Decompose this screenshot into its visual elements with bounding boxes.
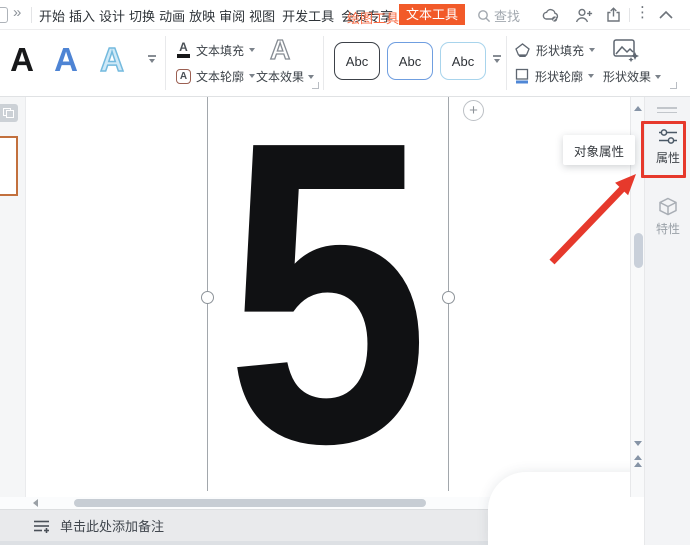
more-options-icon[interactable]: ⋮ [635, 3, 650, 21]
cube-icon [659, 197, 677, 216]
text-effects-label: 文本效果 [256, 70, 305, 84]
tooltip-text: 对象属性 [573, 144, 624, 159]
chevron-down-icon [249, 74, 256, 78]
previous-slide-icon[interactable] [633, 455, 642, 460]
shape-style-preset-blue[interactable]: Abc [387, 42, 433, 80]
wps-presentation-window: » 开始 插入 设计 切换 动画 放映 审阅 视图 开发工具 会员专享 绘图工具… [0, 0, 690, 545]
menu-tab-text-tools[interactable]: 文本工具 [399, 4, 466, 25]
menu-tab-home[interactable]: 开始 [39, 6, 65, 25]
next-slide-icon[interactable] [633, 462, 642, 467]
panel-drag-handle-icon[interactable] [657, 107, 677, 116]
menu-tab-drawing-tools[interactable]: 绘图工具 [347, 8, 399, 27]
chevron-down-icon [589, 48, 596, 52]
scroll-left-icon[interactable] [33, 499, 38, 507]
window-icon [0, 7, 8, 23]
slide-canvas[interactable]: 5 + [26, 97, 630, 497]
text-outline-label: 文本轮廓 [196, 69, 245, 84]
text-tools-ribbon: A A A A 文本填充 A 文本轮廓 A 文本效果 Abc Abc Abc 形… [0, 30, 690, 97]
slide-thumbnail-selected[interactable] [0, 136, 18, 196]
shape-fill-icon [515, 43, 530, 57]
text-effects-icon[interactable]: A [269, 35, 291, 64]
divider [31, 7, 32, 23]
object-properties-tooltip: 对象属性 [563, 135, 635, 165]
chevron-down-icon [588, 74, 595, 78]
new-slide-button[interactable] [0, 104, 18, 122]
menu-tabs: 开始 插入 设计 切换 动画 放映 审阅 视图 开发工具 会员专享 [39, 0, 393, 30]
resize-handle-right[interactable] [442, 291, 455, 304]
selected-text-box[interactable]: 5 [208, 97, 448, 497]
bottom-right-panel [488, 472, 648, 545]
text-fill-label: 文本填充 [196, 43, 245, 58]
divider [629, 8, 630, 22]
horizontal-scrollbar-thumb[interactable] [74, 499, 426, 507]
collapse-ribbon-icon[interactable] [656, 6, 676, 24]
slide-thumbnail-panel [0, 97, 26, 497]
menu-tab-design[interactable]: 设计 [99, 6, 125, 25]
search-label: 查找 [494, 9, 521, 24]
cloud-sync-icon[interactable] [541, 6, 561, 24]
text-outline-icon: A [176, 68, 191, 84]
horizontal-scrollbar[interactable] [0, 497, 490, 509]
text-style-gallery-more-button[interactable] [144, 48, 160, 70]
shape-outline-button[interactable]: 形状轮廓 [514, 65, 595, 87]
shape-style-gallery-more-button[interactable] [489, 48, 505, 70]
text-style-preset-outline[interactable]: A [92, 38, 132, 82]
highlight-red-box [641, 121, 686, 178]
search-control[interactable]: 查找 [477, 6, 520, 25]
text-effects-button[interactable]: 文本效果 [256, 68, 315, 85]
shape-style-preset-black[interactable]: Abc [334, 42, 380, 80]
menu-tab-slideshow[interactable]: 放映 [189, 6, 215, 25]
menu-tab-insert[interactable]: 插入 [69, 6, 95, 25]
shape-style-preset-lightblue[interactable]: Abc [440, 42, 486, 80]
text-outline-button[interactable]: A 文本轮廓 [176, 65, 256, 87]
shape-effects-icon[interactable] [612, 37, 640, 63]
chevron-down-icon [249, 48, 256, 52]
slide-text[interactable]: 5 [226, 97, 429, 497]
add-user-icon[interactable] [574, 6, 594, 24]
shape-fill-button[interactable]: 形状填充 [514, 39, 596, 61]
search-icon [478, 9, 491, 22]
add-placeholder-button[interactable]: + [463, 100, 484, 121]
shape-effects-button[interactable]: 形状效果 [603, 68, 662, 85]
scroll-down-icon[interactable] [633, 441, 642, 446]
vertical-scrollbar-thumb[interactable] [633, 233, 643, 268]
shape-outline-icon [515, 68, 529, 84]
text-style-preset-blue[interactable]: A [46, 38, 86, 82]
text-style-preset-black[interactable]: A [2, 38, 42, 82]
menu-bar: » 开始 插入 设计 切换 动画 放映 审阅 视图 开发工具 会员专享 绘图工具… [0, 0, 690, 30]
shape-outline-label: 形状轮廓 [535, 69, 584, 84]
menu-tab-transition[interactable]: 切换 [129, 6, 155, 25]
notes-placeholder[interactable]: 单击此处添加备注 [60, 516, 164, 535]
menu-tab-developer[interactable]: 开发工具 [282, 6, 334, 25]
text-fill-button[interactable]: A 文本填充 [176, 39, 256, 61]
features-label: 特性 [655, 222, 680, 236]
menu-tab-view[interactable]: 视图 [249, 6, 275, 25]
chevron-down-icon [308, 74, 315, 79]
chevron-down-icon [655, 74, 662, 79]
text-fill-icon: A [176, 41, 191, 58]
resize-handle-left[interactable] [201, 291, 214, 304]
features-button[interactable]: 特性 [645, 197, 690, 237]
more-tabs-icon[interactable]: » [13, 4, 21, 21]
add-notes-icon [34, 520, 49, 533]
shape-effects-label: 形状效果 [603, 70, 652, 84]
menu-tab-animation[interactable]: 动画 [159, 6, 185, 25]
menu-tab-review[interactable]: 审阅 [219, 6, 245, 25]
shape-fill-label: 形状填充 [536, 43, 585, 58]
share-icon[interactable] [603, 6, 623, 24]
scroll-up-icon[interactable] [633, 106, 642, 111]
